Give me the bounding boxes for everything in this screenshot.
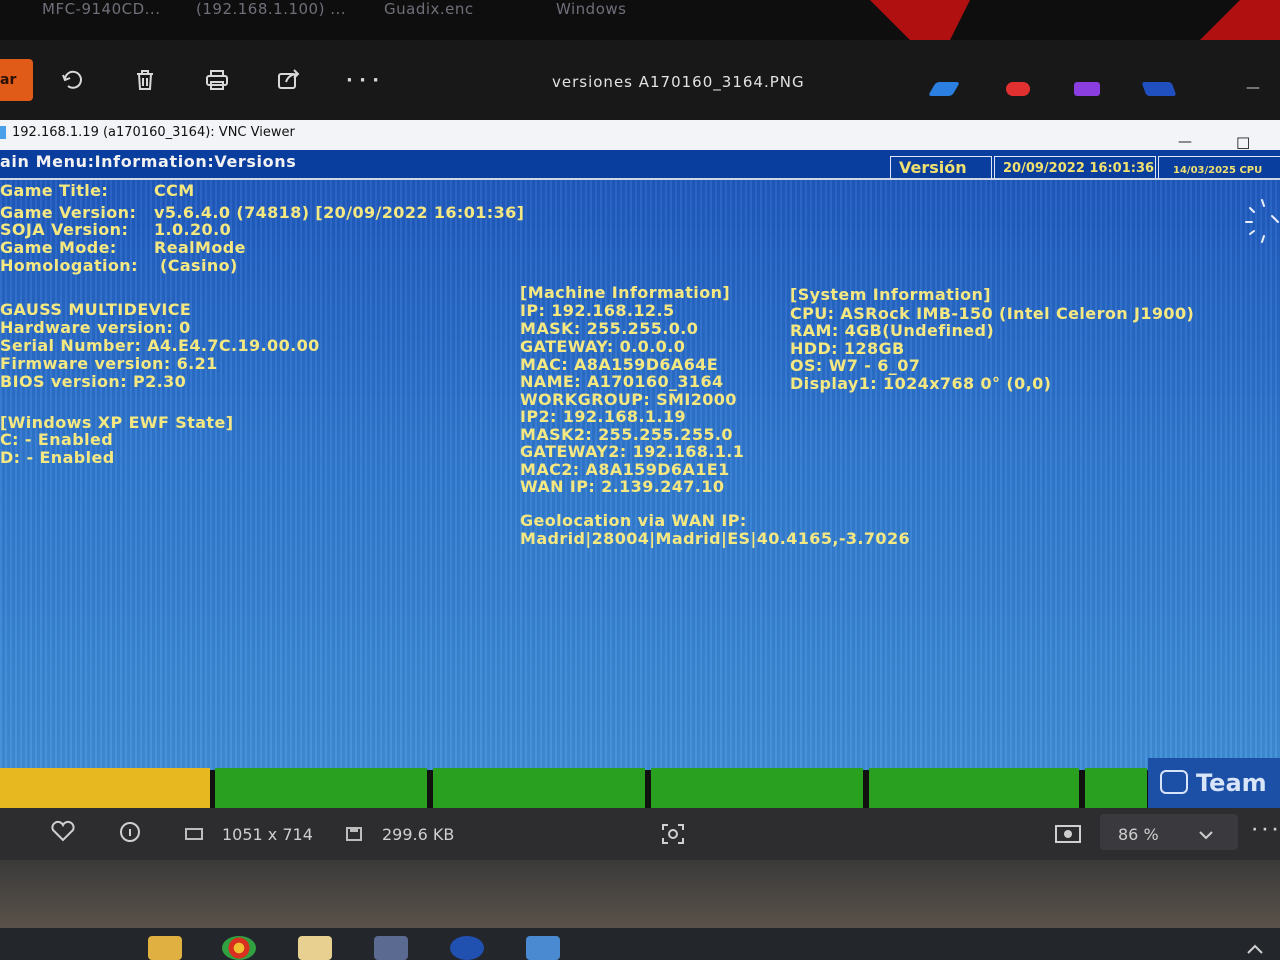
game-title-label: Game Title: xyxy=(0,181,109,200)
monitor-bezel xyxy=(0,860,1280,928)
machine-info-line: WAN IP: 2.139.247.10 xyxy=(520,477,725,496)
vnc-app-icon xyxy=(0,126,6,139)
machine-info-line: MASK: 255.255.0.0 xyxy=(520,319,699,338)
zoom-level: 86 % xyxy=(1118,825,1159,844)
chevron-up-icon[interactable] xyxy=(1246,940,1264,959)
ewf-drive-c: C: - Enabled xyxy=(0,430,114,449)
notes-icon[interactable] xyxy=(298,936,332,960)
menu-button-yellow[interactable] xyxy=(0,768,210,808)
vnc-minimize-button[interactable]: — xyxy=(1178,134,1192,150)
more-options-button[interactable]: · · · xyxy=(346,70,379,91)
geolocation-title: Geolocation via WAN IP: xyxy=(520,511,747,530)
teamviewer-icon xyxy=(1160,770,1188,794)
geolocation-value: Madrid|28004|Madrid|ES|40.4165,-3.7026 xyxy=(520,529,911,548)
minimize-button[interactable]: — xyxy=(1246,80,1260,96)
dimensions-icon xyxy=(184,826,206,846)
loading-spinner-icon xyxy=(1245,199,1279,243)
teamviewer-badge[interactable]: Team xyxy=(1148,758,1280,808)
game-mode-value: RealMode xyxy=(154,238,246,257)
machine-info-line: GATEWAY2: 192.168.1.1 xyxy=(520,442,745,461)
homologation-value: (Casino) xyxy=(160,256,238,275)
system-info-line: Display1: 1024x768 0° (0,0) xyxy=(790,374,1052,393)
ewf-drive-d: D: - Enabled xyxy=(0,448,115,467)
image-dimensions: 1051 x 714 xyxy=(222,825,313,844)
hardware-version: Hardware version: 0 xyxy=(0,318,191,337)
machine-info-line: IP2: 192.168.1.19 xyxy=(520,407,687,426)
menu-button-green[interactable] xyxy=(1085,768,1147,808)
machine-info-line: NAME: A170160_3164 xyxy=(520,372,724,391)
background-window-label: MFC-9140CD... xyxy=(42,0,161,18)
soja-version-value: 1.0.20.0 xyxy=(154,220,232,239)
heart-icon[interactable] xyxy=(50,820,76,846)
menu-breadcrumb: ain Menu:Information:Versions xyxy=(0,152,297,171)
background-window-label: Guadix.enc xyxy=(384,0,474,18)
chrome-icon[interactable] xyxy=(222,936,256,960)
game-mode-label: Game Mode: xyxy=(0,238,117,257)
taskbar xyxy=(0,928,1280,960)
vnc-window-title: 192.168.1.19 (a170160_3164): VNC Viewer xyxy=(12,125,295,140)
chevron-down-icon[interactable] xyxy=(1198,826,1214,845)
background-window-label: Windows xyxy=(556,0,627,18)
menu-button-green[interactable] xyxy=(869,768,1079,808)
fit-screen-icon[interactable] xyxy=(1054,823,1082,849)
file-title: versiones A170160_3164.PNG xyxy=(552,73,805,91)
menu-button-green[interactable] xyxy=(215,768,427,808)
system-info-line: RAM: 4GB(Undefined) xyxy=(790,321,995,340)
header-date-secondary: 14/03/2025 CPU xyxy=(1158,156,1280,179)
print-icon[interactable] xyxy=(202,66,232,94)
header-cpu-label: CPU xyxy=(1239,165,1263,176)
machine-info-line: GATEWAY: 0.0.0.0 xyxy=(520,337,686,356)
machine-info-title: [Machine Information] xyxy=(520,283,731,302)
info-more-button[interactable]: · · · xyxy=(1252,822,1278,838)
edit-button[interactable]: ar xyxy=(0,59,33,101)
rotate-icon[interactable] xyxy=(58,66,88,94)
game-title-value: CCM xyxy=(154,181,195,200)
file-explorer-icon[interactable] xyxy=(148,936,182,960)
app-icon[interactable] xyxy=(1141,82,1177,96)
viewer-icon[interactable] xyxy=(374,936,408,960)
menu-button-green[interactable] xyxy=(651,768,863,808)
crop-icon[interactable] xyxy=(660,822,686,850)
trash-icon[interactable] xyxy=(130,66,160,94)
background-window-strip xyxy=(0,0,1280,40)
bios-version: BIOS version: P2.30 xyxy=(0,372,187,391)
header-date2: 14/03/2025 xyxy=(1173,165,1236,176)
homologation-label: Homologation: xyxy=(0,256,138,275)
info-icon[interactable] xyxy=(118,821,142,847)
menu-button-green[interactable] xyxy=(433,768,645,808)
system-info-title: [System Information] xyxy=(790,285,992,304)
teamviewer-label: Team xyxy=(1196,769,1267,797)
serial-number: Serial Number: A4.E4.7C.19.00.00 xyxy=(0,336,320,355)
app-icon[interactable] xyxy=(1074,82,1100,96)
machine-info-line: IP: 192.168.12.5 xyxy=(520,301,675,320)
file-size: 299.6 KB xyxy=(382,825,455,844)
system-info-line: OS: W7 - 6_07 xyxy=(790,356,921,375)
photos-icon[interactable] xyxy=(526,936,560,960)
version-tab[interactable]: Versión xyxy=(890,156,992,179)
device-name: GAUSS MULTIDEVICE xyxy=(0,300,192,319)
background-window-label: (192.168.1.100) ... xyxy=(196,0,347,18)
firmware-version: Firmware version: 6.21 xyxy=(0,354,218,373)
save-icon xyxy=(345,826,363,846)
teamviewer-taskbar-icon[interactable] xyxy=(450,936,484,960)
app-icon[interactable] xyxy=(1006,82,1030,96)
soja-version-label: SOJA Version: xyxy=(0,220,129,239)
header-datetime: 20/09/2022 16:01:36 xyxy=(994,156,1156,179)
share-icon[interactable] xyxy=(274,66,304,94)
